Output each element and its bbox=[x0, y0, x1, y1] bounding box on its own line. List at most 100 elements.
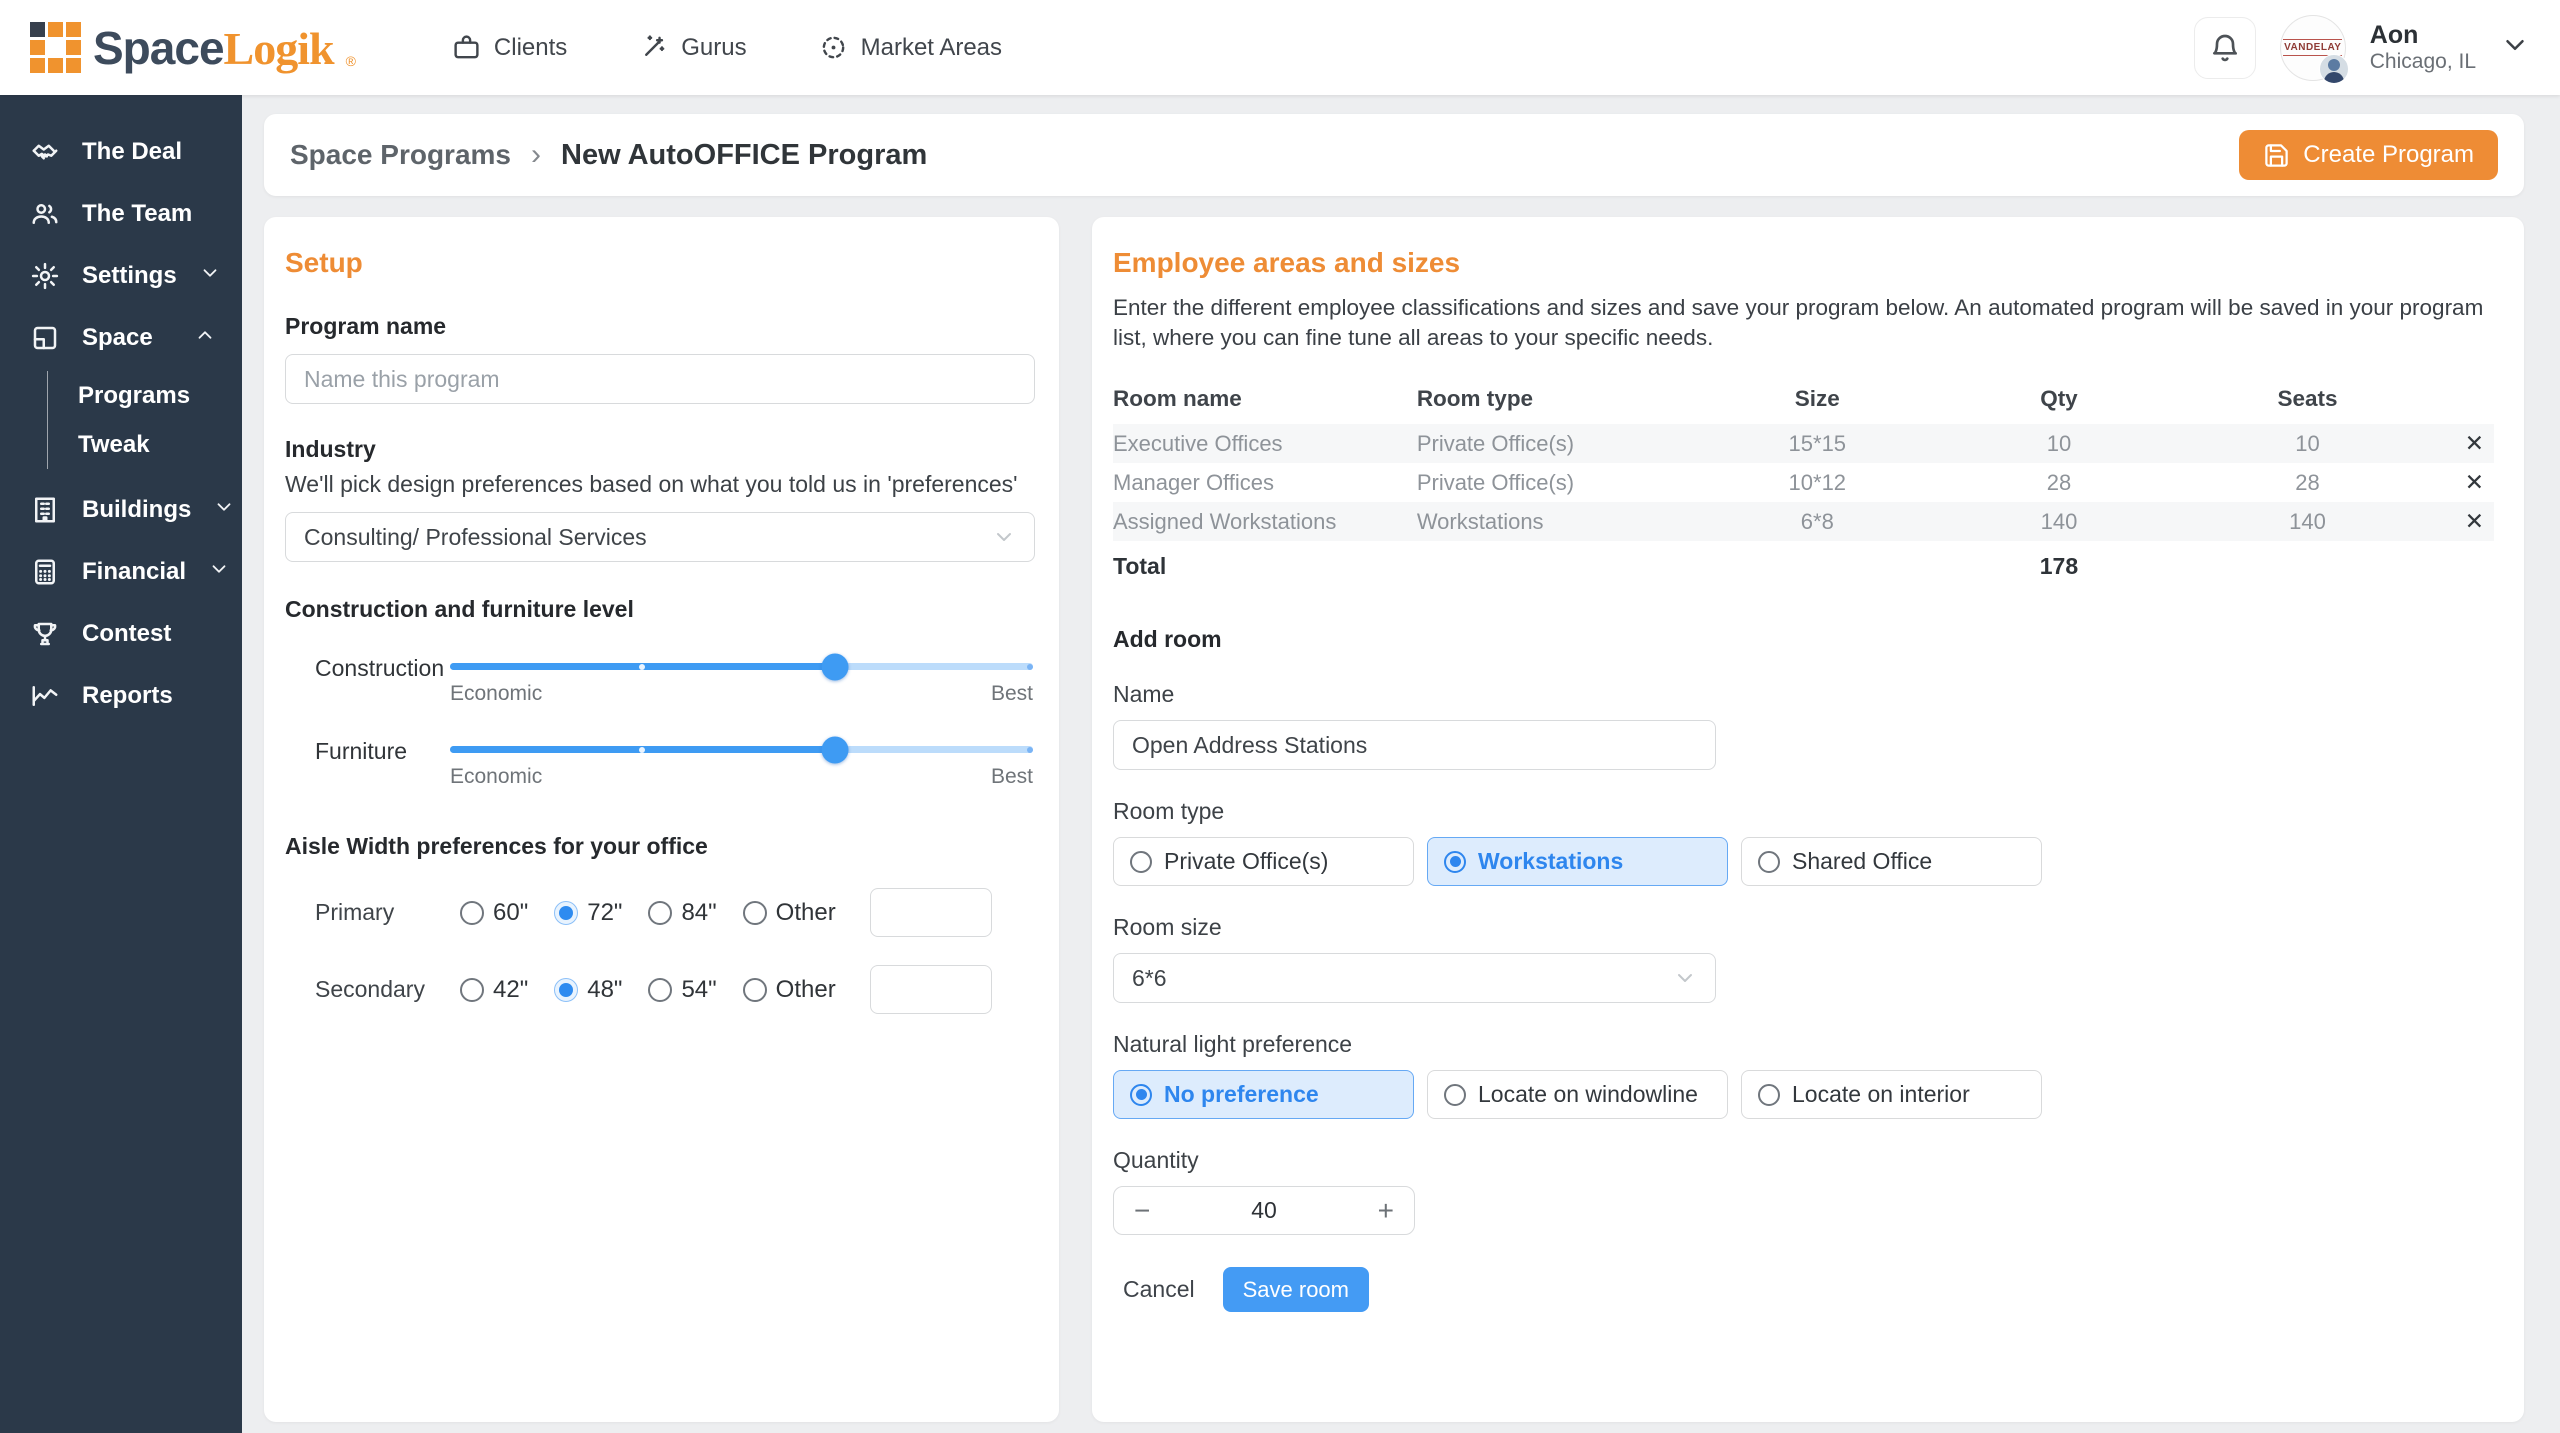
radio-icon bbox=[1130, 1083, 1152, 1106]
radio-icon bbox=[742, 977, 767, 1002]
col-size: Size bbox=[1794, 386, 1840, 412]
room-type-private-office[interactable]: Private Office(s) bbox=[1113, 837, 1414, 887]
rooms-table: Room name Room type Size Qty Seats Execu… bbox=[1113, 378, 2494, 586]
construction-slider-row: Construction Economic Best bbox=[285, 649, 1035, 706]
room-type-label: Room type bbox=[1113, 798, 1225, 825]
radio-icon bbox=[1130, 850, 1152, 873]
furniture-slider[interactable] bbox=[450, 736, 1033, 763]
handshake-icon bbox=[32, 144, 58, 160]
room-size-label: Room size bbox=[1113, 914, 1222, 941]
radio-secondary-48-selected[interactable]: 48" bbox=[554, 976, 622, 1004]
radio-primary-72-selected[interactable]: 72" bbox=[554, 899, 622, 927]
sidebar-item-space[interactable]: Space bbox=[0, 307, 242, 369]
logo-trademark: ® bbox=[345, 52, 356, 69]
radio-icon bbox=[648, 977, 673, 1002]
nav-clients[interactable]: Clients bbox=[452, 33, 567, 62]
sidebar-item-label: Financial bbox=[82, 558, 187, 585]
radio-icon bbox=[460, 900, 484, 925]
create-program-button[interactable]: Create Program bbox=[2239, 130, 2498, 180]
light-locate-on-interior[interactable]: Locate on interior bbox=[1741, 1070, 2042, 1120]
aisle-secondary-row: Secondary 42" 48" 54" Other bbox=[285, 965, 1035, 1014]
table-row: Manager Offices Private Office(s) 10*12 … bbox=[1113, 469, 2484, 496]
radio-icon bbox=[460, 977, 484, 1002]
radio-icon bbox=[648, 900, 673, 925]
table-total-row: Total 178 bbox=[1113, 541, 2494, 586]
radio-secondary-54[interactable]: 54" bbox=[648, 976, 717, 1004]
radio-primary-other[interactable]: Other bbox=[742, 899, 836, 927]
calculator-icon bbox=[35, 559, 55, 585]
chevron-down-icon bbox=[1678, 974, 1692, 983]
quantity-decrease-button[interactable]: − bbox=[1134, 1196, 1150, 1225]
building-icon bbox=[35, 497, 55, 523]
user-menu-toggle[interactable] bbox=[2500, 30, 2530, 65]
dashed-circle-target-icon bbox=[822, 36, 844, 59]
slider-tick bbox=[639, 663, 646, 670]
trophy-icon bbox=[33, 622, 57, 646]
add-room-title: Add room bbox=[1113, 626, 1222, 653]
notifications-button[interactable] bbox=[2193, 16, 2256, 79]
natural-light-options: No preference Locate on windowline Locat… bbox=[1113, 1070, 2494, 1120]
slider-tick bbox=[639, 746, 646, 753]
light-locate-on-windowline[interactable]: Locate on windowline bbox=[1427, 1070, 1728, 1120]
sidebar-item-programs[interactable]: Programs bbox=[78, 371, 242, 420]
cancel-button[interactable]: Cancel bbox=[1113, 1276, 1207, 1303]
create-program-label: Create Program bbox=[2303, 141, 2474, 168]
radio-secondary-42[interactable]: 42" bbox=[460, 976, 528, 1004]
radio-icon bbox=[554, 900, 579, 925]
room-name-input[interactable] bbox=[1113, 720, 1716, 771]
industry-label: Industry bbox=[285, 436, 376, 462]
total-qty: 178 bbox=[2039, 553, 2079, 580]
sidebar-item-the-deal[interactable]: The Deal bbox=[0, 121, 242, 183]
nav-clients-label: Clients bbox=[493, 33, 568, 61]
furniture-slider-handle[interactable] bbox=[821, 736, 849, 763]
quantity-increase-button[interactable]: + bbox=[1378, 1196, 1394, 1225]
furniture-slider-row: Furniture Economic Best bbox=[285, 732, 1035, 789]
construction-slider[interactable] bbox=[450, 653, 1033, 680]
industry-select[interactable]: Consulting/ Professional Services bbox=[285, 512, 1035, 562]
room-size-select[interactable]: 6*6 bbox=[1113, 953, 1716, 1004]
user-info[interactable]: Aon Chicago, IL bbox=[2370, 21, 2476, 74]
chevron-down-icon bbox=[997, 533, 1011, 541]
program-name-input[interactable] bbox=[285, 354, 1035, 404]
sidebar-item-buildings[interactable]: Buildings bbox=[0, 479, 242, 541]
top-header: SpaceLogik ® Clients Gurus Market Areas … bbox=[0, 0, 2560, 95]
magic-wand-icon bbox=[645, 35, 665, 56]
breadcrumb-parent-link[interactable]: Space Programs bbox=[290, 139, 511, 171]
main-content: Space Programs › New AutoOFFICE Program … bbox=[242, 95, 2560, 1433]
nav-gurus[interactable]: Gurus bbox=[639, 33, 747, 62]
nav-market-areas[interactable]: Market Areas bbox=[819, 33, 1002, 62]
delete-row-button[interactable]: ✕ bbox=[2465, 469, 2484, 496]
secondary-other-input[interactable] bbox=[869, 965, 992, 1014]
setup-panel: Setup Program name Industry We'll pick d… bbox=[264, 217, 1059, 1422]
delete-row-button[interactable]: ✕ bbox=[2465, 508, 2484, 535]
sidebar-item-tweak[interactable]: Tweak bbox=[78, 420, 242, 469]
construction-slider-handle[interactable] bbox=[821, 653, 849, 680]
save-room-button[interactable]: Save room bbox=[1222, 1267, 1369, 1313]
delete-row-button[interactable]: ✕ bbox=[2465, 430, 2484, 457]
avatar[interactable]: VANDELAY bbox=[2279, 14, 2349, 84]
room-type-workstations-selected[interactable]: Workstations bbox=[1427, 837, 1728, 887]
nav-gurus-label: Gurus bbox=[681, 33, 747, 61]
save-icon bbox=[2265, 143, 2289, 167]
chevron-down-icon bbox=[2506, 40, 2524, 50]
radio-primary-60[interactable]: 60" bbox=[460, 899, 528, 927]
room-type-shared-office[interactable]: Shared Office bbox=[1741, 837, 2042, 887]
radio-icon bbox=[1758, 1083, 1780, 1106]
construction-section-label: Construction and furniture level bbox=[285, 596, 634, 622]
light-no-preference-selected[interactable]: No preference bbox=[1113, 1070, 1414, 1120]
primary-other-input[interactable] bbox=[869, 888, 992, 937]
radio-primary-84[interactable]: 84" bbox=[648, 899, 717, 927]
sidebar-item-reports[interactable]: Reports bbox=[0, 665, 242, 727]
slider-max-label: Best bbox=[990, 682, 1033, 705]
app-logo[interactable]: SpaceLogik ® bbox=[30, 21, 356, 75]
col-seats: Seats bbox=[2277, 386, 2338, 412]
radio-secondary-other[interactable]: Other bbox=[742, 976, 836, 1004]
sidebar-item-financial[interactable]: Financial bbox=[0, 541, 242, 603]
sidebar-item-contest[interactable]: Contest bbox=[0, 603, 242, 665]
sidebar-item-settings[interactable]: Settings bbox=[0, 245, 242, 307]
slider-tick bbox=[1026, 746, 1033, 753]
room-type-options: Private Office(s) Workstations Shared Of… bbox=[1113, 837, 2494, 887]
chevron-down-icon bbox=[208, 558, 230, 587]
logo-wordmark: SpaceLogik bbox=[93, 21, 335, 74]
sidebar-item-the-team[interactable]: The Team bbox=[0, 183, 242, 245]
